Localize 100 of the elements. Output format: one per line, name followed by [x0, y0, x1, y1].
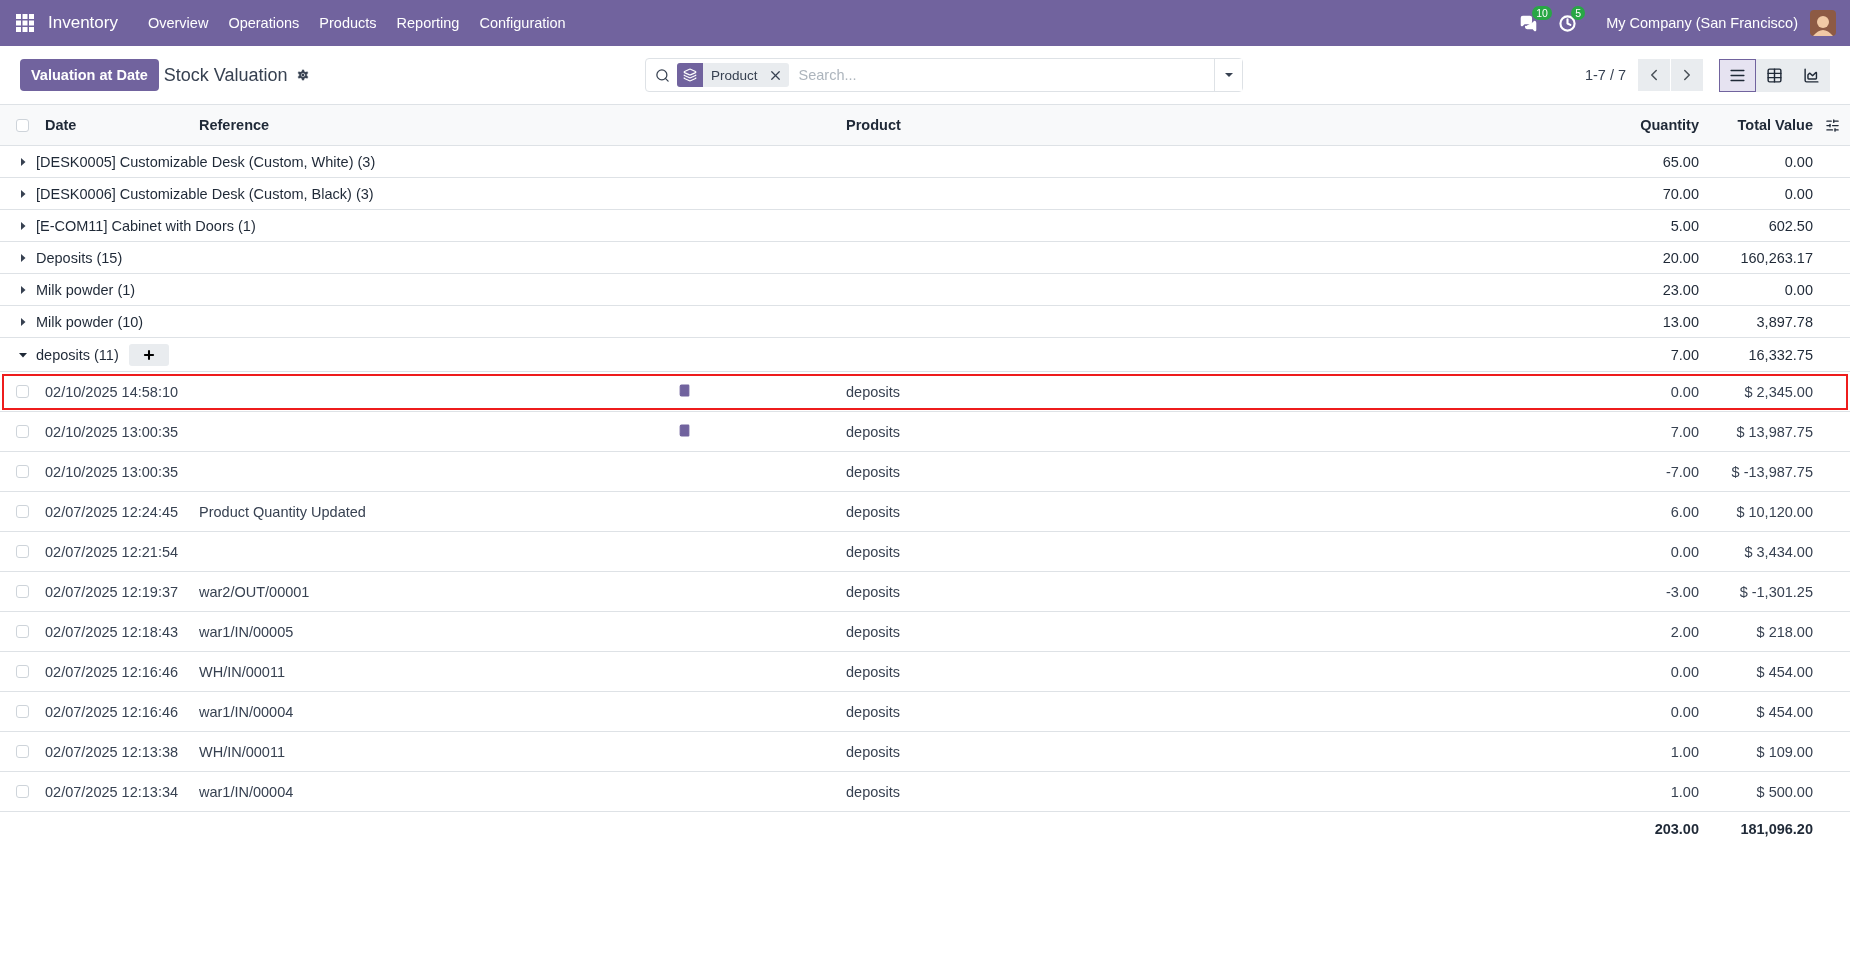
- product-cell-text: deposits: [846, 463, 901, 480]
- search-options-toggle[interactable]: [1214, 59, 1242, 91]
- record-row[interactable]: 02/10/2025 13:00:35 deposits -7.00 $ -13,987.75: [0, 452, 1850, 492]
- row-checkbox[interactable]: [16, 705, 29, 718]
- date-cell-text: 02/10/2025 13:00:35: [45, 463, 180, 480]
- total-value-cell-text: $ 2,345.00: [1743, 383, 1813, 400]
- menu-item[interactable]: Products: [309, 15, 387, 31]
- quantity-cell-text: 7.00: [1669, 423, 1699, 440]
- group-row[interactable]: [DESK0005] Customizable Desk (Custom, White) (3) 65.00 0.00: [0, 146, 1850, 178]
- reference-cell-text: war1/IN/00004: [199, 703, 295, 720]
- group-quantity: 70.00: [1661, 185, 1699, 202]
- row-checkbox[interactable]: [16, 785, 29, 798]
- group-row[interactable]: Milk powder (10) 13.00 3,897.78: [0, 306, 1850, 338]
- optional-columns-icon[interactable]: [1825, 117, 1840, 133]
- date-cell-text: 02/07/2025 12:13:34: [45, 783, 180, 800]
- record-row[interactable]: 02/07/2025 12:19:37 war2/OUT/00001 deposits -3.00 $ -1,301.25: [0, 572, 1850, 612]
- select-all-checkbox[interactable]: [16, 118, 29, 132]
- menu-item[interactable]: Operations: [218, 15, 310, 31]
- valuation-at-date-button[interactable]: Valuation at Date: [20, 59, 159, 91]
- previous-page-button[interactable]: [1638, 59, 1670, 91]
- group-quantity: 13.00: [1661, 313, 1699, 330]
- user-avatar[interactable]: [1810, 10, 1836, 36]
- column-header[interactable]: Date: [45, 117, 199, 133]
- app-name[interactable]: Inventory: [48, 13, 118, 33]
- total-value-cell-text: $ -1,301.25: [1738, 583, 1813, 600]
- quantity-cell-text: 0.00: [1669, 383, 1699, 400]
- total-value-cell-text: $ 454.00: [1755, 663, 1813, 680]
- group-row[interactable]: Milk powder (1) 23.00 0.00: [0, 274, 1850, 306]
- quantity-cell-text: 2.00: [1669, 623, 1699, 640]
- graph-view-button[interactable]: [1793, 58, 1830, 92]
- row-checkbox[interactable]: [16, 585, 29, 598]
- quantity-cell-text: 0.00: [1669, 543, 1699, 560]
- group-total-value: 0.00: [1783, 281, 1813, 298]
- table-icon: [1766, 66, 1783, 84]
- record-row[interactable]: 02/10/2025 14:58:10 deposits 0.00 $ 2,345.00: [0, 372, 1850, 412]
- row-checkbox[interactable]: [16, 465, 29, 478]
- chat-icon[interactable]: [1520, 14, 1538, 32]
- product-cell-text: deposits: [846, 543, 901, 560]
- reference-cell-text: Product Quantity Updated: [199, 503, 367, 520]
- row-checkbox[interactable]: [16, 625, 29, 638]
- date-cell-text: 02/07/2025 12:24:45: [45, 503, 180, 520]
- row-checkbox[interactable]: [16, 505, 29, 518]
- value-total: 181,096.20: [1739, 821, 1813, 837]
- book-icon[interactable]: [678, 383, 691, 397]
- column-header[interactable]: Reference: [199, 117, 670, 133]
- clock-icon[interactable]: [1559, 14, 1577, 32]
- date-cell-text: 02/10/2025 13:00:35: [45, 423, 180, 440]
- next-page-button[interactable]: [1671, 59, 1703, 91]
- group-row[interactable]: [DESK0006] Customizable Desk (Custom, Black) (3) 70.00 0.00: [0, 178, 1850, 210]
- group-row[interactable]: Deposits (15) 20.00 160,263.17: [0, 242, 1850, 274]
- search-field[interactable]: Product Search...: [645, 58, 1243, 92]
- record-row[interactable]: 02/07/2025 12:16:46 WH/IN/00011 deposits 0.00 $ 454.00: [0, 652, 1850, 692]
- apps-menu-icon[interactable]: [16, 14, 34, 32]
- record-row[interactable]: 02/07/2025 12:18:43 war1/IN/00005 deposits 2.00 $ 218.00: [0, 612, 1850, 652]
- quantity-total: 203.00: [1653, 821, 1699, 837]
- product-cell-text: deposits: [846, 503, 901, 520]
- record-row[interactable]: 02/10/2025 13:00:35 deposits 7.00 $ 13,987.75: [0, 412, 1850, 452]
- quantity-cell-text: 0.00: [1669, 663, 1699, 680]
- column-header[interactable]: Product: [846, 117, 1589, 133]
- group-row[interactable]: deposits (11) 7.00 16,332.75: [0, 338, 1850, 372]
- date-cell-text: 02/07/2025 12:19:37: [45, 583, 180, 600]
- row-checkbox[interactable]: [16, 545, 29, 558]
- row-checkbox[interactable]: [16, 665, 29, 678]
- row-checkbox[interactable]: [16, 745, 29, 758]
- date-cell-text: 02/07/2025 12:18:43: [45, 623, 180, 640]
- record-row[interactable]: 02/07/2025 12:13:38 WH/IN/00011 deposits 1.00 $ 109.00: [0, 732, 1850, 772]
- reference-cell-text: WH/IN/00011: [199, 743, 286, 760]
- menu-item[interactable]: Overview: [137, 15, 219, 31]
- menu-item[interactable]: Configuration: [469, 15, 576, 31]
- add-record-button[interactable]: [128, 343, 169, 366]
- row-checkbox[interactable]: [16, 385, 29, 398]
- group-total-value: 16,332.75: [1747, 346, 1813, 363]
- reference-cell-text: war2/OUT/00001: [199, 583, 311, 600]
- column-header[interactable]: Total Value: [1699, 117, 1813, 133]
- quantity-cell-text: -7.00: [1664, 463, 1699, 480]
- group-label: [DESK0005] Customizable Desk (Custom, White) (3): [36, 153, 376, 170]
- product-cell-text: deposits: [846, 743, 901, 760]
- menu-item[interactable]: Reporting: [386, 15, 470, 31]
- company-name[interactable]: My Company (San Francisco): [1606, 15, 1798, 31]
- record-row[interactable]: 02/07/2025 12:13:34 war1/IN/00004 deposits 1.00 $ 500.00: [0, 772, 1850, 812]
- column-header[interactable]: Quantity: [1589, 117, 1699, 133]
- product-cell-text: deposits: [846, 783, 901, 800]
- pager-value[interactable]: 1-7 / 7: [1584, 67, 1626, 83]
- record-row[interactable]: 02/07/2025 12:21:54 deposits 0.00 $ 3,434.00: [0, 532, 1850, 572]
- row-checkbox[interactable]: [16, 425, 29, 438]
- product-cell-text: deposits: [846, 663, 901, 680]
- settings-icon[interactable]: [295, 68, 310, 82]
- quantity-cell-text: 0.00: [1669, 703, 1699, 720]
- total-value-cell-text: $ 10,120.00: [1735, 503, 1813, 520]
- activity-count-badge: 5: [1571, 5, 1586, 20]
- record-row[interactable]: 02/07/2025 12:24:45 Product Quantity Updated deposits 6.00 $ 10,120.00: [0, 492, 1850, 532]
- pivot-view-button[interactable]: [1756, 58, 1793, 92]
- list-view-button[interactable]: [1719, 58, 1756, 92]
- book-icon[interactable]: [678, 423, 691, 437]
- group-row[interactable]: [E-COM11] Cabinet with Doors (1) 5.00 602.50: [0, 210, 1850, 242]
- record-row[interactable]: 02/07/2025 12:16:46 war1/IN/00004 deposits 0.00 $ 454.00: [0, 692, 1850, 732]
- group-quantity: 20.00: [1661, 249, 1699, 266]
- plus-icon: [141, 347, 156, 362]
- group-total-value: 0.00: [1783, 185, 1813, 202]
- date-cell-text: 02/10/2025 14:58:10: [45, 383, 180, 400]
